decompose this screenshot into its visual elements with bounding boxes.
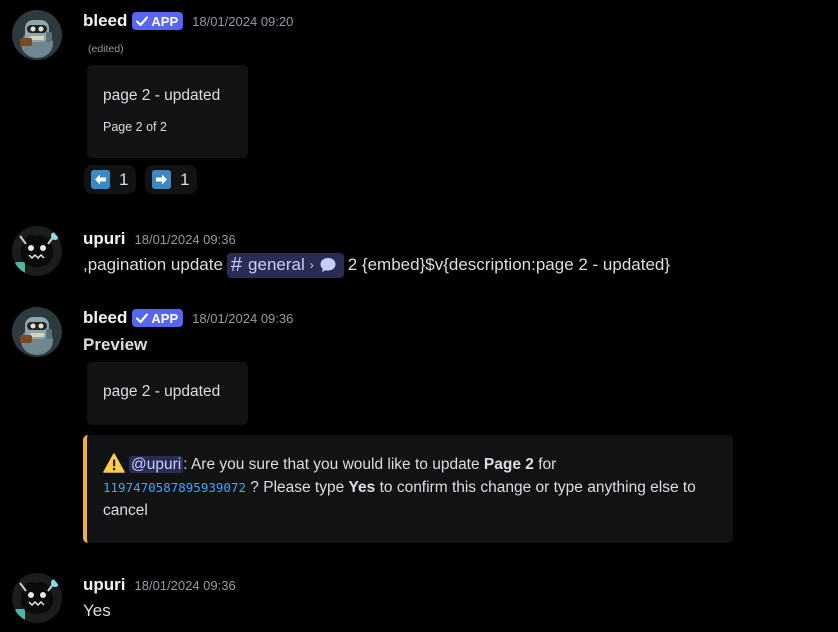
timestamp[interactable]: 18/01/2024 09:36 xyxy=(135,232,236,247)
content-prefix: ,pagination update xyxy=(83,255,223,274)
app-badge-label: APP xyxy=(151,310,179,326)
embed-description: page 2 - updated xyxy=(103,383,221,400)
message-header: upuri 18/01/2024 09:36 xyxy=(83,574,236,596)
message-id-link[interactable]: 1197470587895939072 xyxy=(103,480,246,495)
embed-footer: Page 2 of 2 xyxy=(103,120,167,134)
verified-check-icon xyxy=(136,16,149,27)
embed-description: page 2 - updated xyxy=(103,87,221,104)
username[interactable]: bleed xyxy=(83,11,127,31)
channel-hash-icon: # xyxy=(230,253,243,276)
app-badge: APP xyxy=(132,12,184,30)
embed: page 2 - updated xyxy=(87,362,248,425)
user-mention[interactable]: @upuri xyxy=(129,456,184,473)
edited-label[interactable]: (edited) xyxy=(88,43,124,55)
avatar-bleed[interactable] xyxy=(12,307,62,357)
confirm-bold-page: Page 2 xyxy=(483,456,534,473)
timestamp[interactable]: 18/01/2024 09:36 xyxy=(192,311,293,326)
confirm-text-2: for xyxy=(533,456,557,473)
message-bleed-1: bleed APP 18/01/2024 09:20 (edited) page… xyxy=(0,0,838,200)
confirm-text-3: ? Please type xyxy=(246,479,349,496)
warning-icon xyxy=(103,453,125,473)
chevron-right-icon: › xyxy=(309,258,314,272)
username[interactable]: upuri xyxy=(83,229,126,249)
timestamp[interactable]: 18/01/2024 09:36 xyxy=(135,578,236,593)
message-content: Yes xyxy=(83,601,111,620)
thread-bubble-icon xyxy=(320,258,336,272)
message-content: ,pagination update # general › 2 {embed}… xyxy=(83,252,670,278)
reaction-count: 1 xyxy=(180,169,190,189)
avatar-upuri[interactable] xyxy=(12,573,62,623)
timestamp[interactable]: 18/01/2024 09:20 xyxy=(192,14,293,29)
app-badge-label: APP xyxy=(151,13,179,29)
verified-check-icon xyxy=(136,313,149,324)
message-upuri-2: upuri 18/01/2024 09:36 Yes xyxy=(0,566,838,632)
username[interactable]: bleed xyxy=(83,308,127,328)
arrow-right-emoji-icon xyxy=(152,170,171,189)
confirmation-text: @upuri: Are you sure that you would like… xyxy=(103,453,713,522)
confirm-text-1: : Are you sure that you would like to up… xyxy=(183,456,484,473)
channel-mention[interactable]: # general › xyxy=(226,252,344,278)
avatar-bleed[interactable] xyxy=(12,10,62,60)
content-suffix: 2 {embed}$v{description:page 2 - updated… xyxy=(347,255,671,274)
reaction-arrow-left[interactable]: 1 xyxy=(84,165,137,194)
message-header: bleed APP 18/01/2024 09:36 xyxy=(83,306,293,330)
reaction-arrow-right[interactable]: 1 xyxy=(145,165,198,194)
app-badge: APP xyxy=(132,309,184,327)
channel-name: general xyxy=(248,255,305,274)
message-header: upuri 18/01/2024 09:36 xyxy=(83,228,236,250)
username[interactable]: upuri xyxy=(83,575,126,595)
embed: page 2 - updated Page 2 of 2 xyxy=(87,65,248,158)
reaction-count: 1 xyxy=(119,169,129,189)
message-upuri-1: upuri 18/01/2024 09:36 ,pagination updat… xyxy=(0,220,838,280)
message-header: bleed APP 18/01/2024 09:20 xyxy=(83,9,293,33)
arrow-left-emoji-icon xyxy=(91,170,110,189)
preview-title: Preview xyxy=(83,335,148,354)
avatar-upuri[interactable] xyxy=(12,226,62,276)
confirm-bold-yes: Yes xyxy=(348,479,376,496)
confirmation-embed: @upuri: Are you sure that you would like… xyxy=(83,435,733,543)
